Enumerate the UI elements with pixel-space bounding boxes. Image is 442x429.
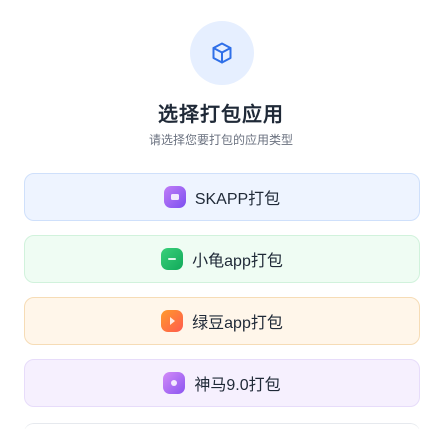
package-app-selector: 选择打包应用 请选择您要打包的应用类型 SKAPP打包 小龟app打包 绿豆ap…	[0, 0, 442, 429]
option-xiaogui[interactable]: 小龟app打包	[24, 235, 420, 283]
next-option-edge	[24, 423, 420, 429]
app-icon	[163, 186, 186, 208]
app-icon	[161, 248, 184, 270]
cube-icon	[190, 21, 254, 85]
option-label: 小龟app打包	[192, 253, 283, 270]
option-label: 神马9.0打包	[194, 377, 281, 394]
option-shenma[interactable]: 神马9.0打包	[24, 359, 420, 407]
option-label: SKAPP打包	[194, 191, 281, 208]
option-lvdou[interactable]: 绿豆app打包	[24, 297, 420, 345]
page-title: 选择打包应用	[158, 104, 284, 126]
option-label: 绿豆app打包	[192, 315, 283, 332]
page-subtitle: 请选择您要打包的应用类型	[148, 133, 293, 147]
app-icon	[161, 310, 184, 332]
app-icon	[163, 372, 186, 394]
option-skapp[interactable]: SKAPP打包	[24, 173, 420, 221]
